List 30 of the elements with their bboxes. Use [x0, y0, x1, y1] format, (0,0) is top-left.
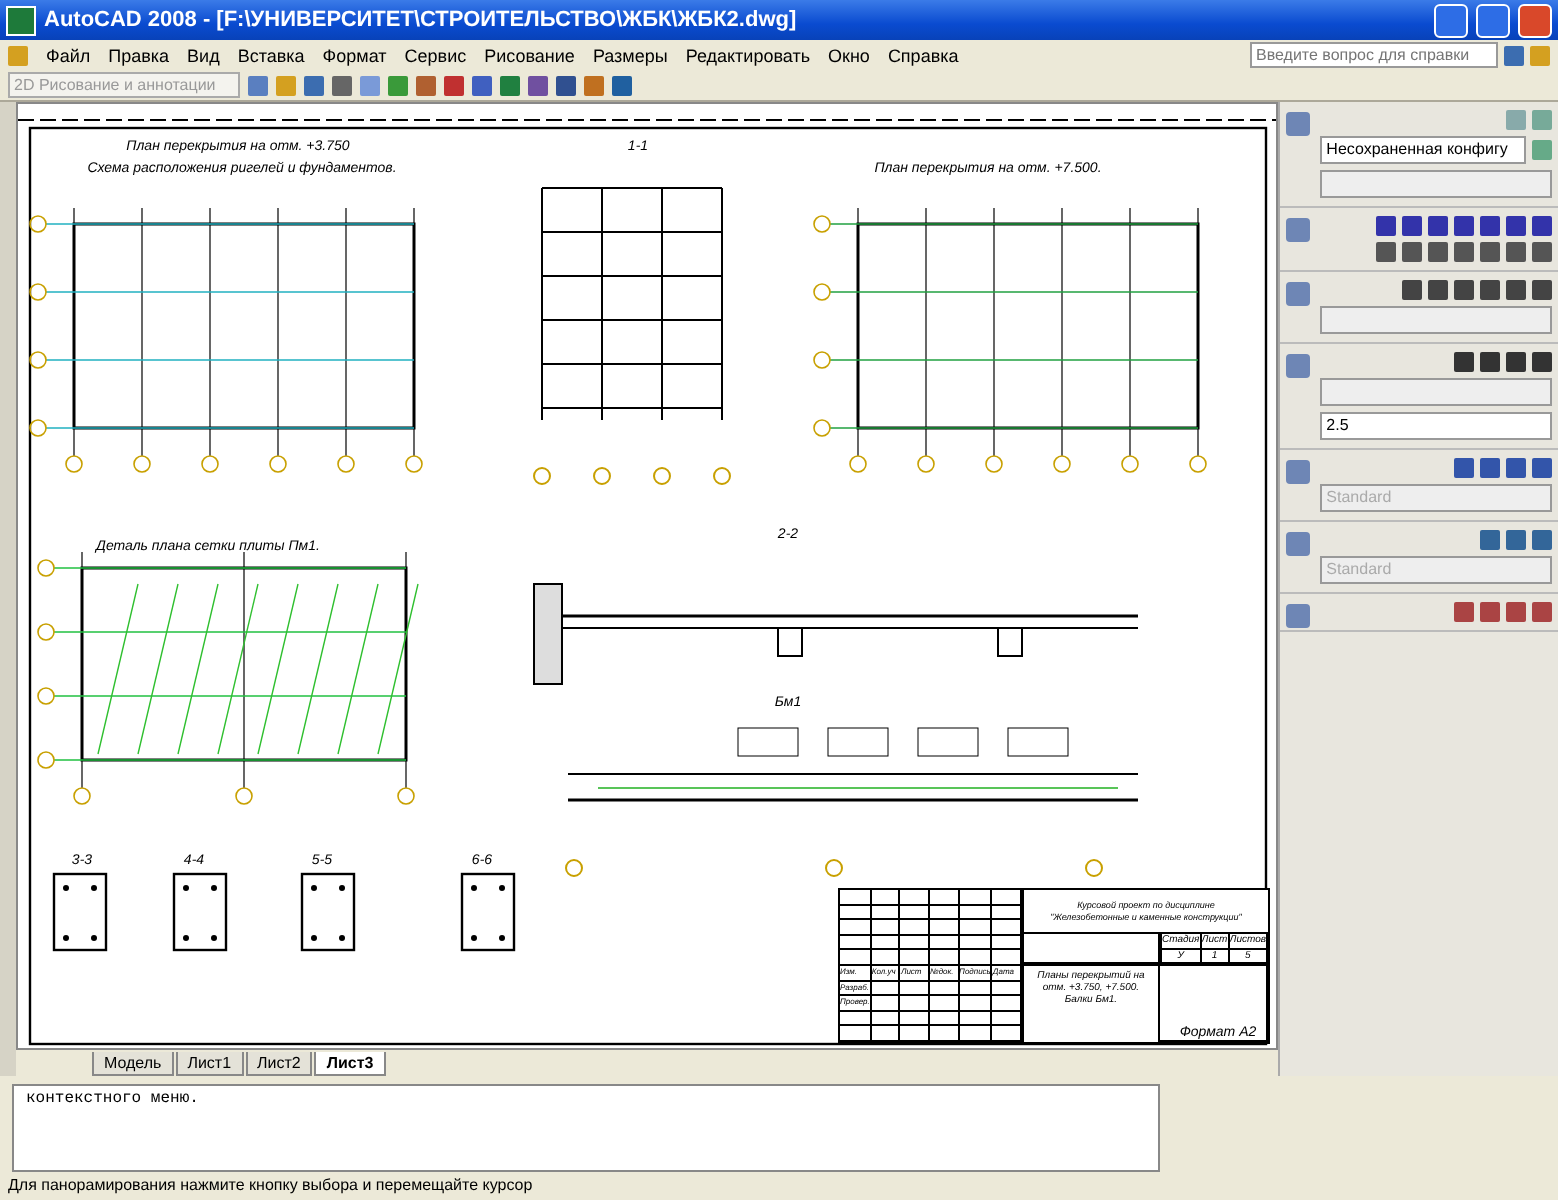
app-menu-icon[interactable] — [8, 45, 28, 65]
menu-item[interactable]: Правка — [108, 45, 170, 65]
status-text: Для панорамирования нажмите кнопку выбора и перемещайте курсор — [6, 1176, 535, 1198]
text-style-dropdown[interactable] — [1320, 378, 1552, 406]
layout-tab[interactable]: Лист1 — [175, 1052, 244, 1076]
app-icon — [6, 5, 36, 35]
menu-item[interactable]: Размеры — [592, 45, 668, 65]
menu-item[interactable]: Окно — [828, 45, 870, 65]
minimize-button[interactable] — [1434, 3, 1468, 37]
layer-state-dropdown[interactable]: Несохраненная конфигу — [1320, 136, 1526, 164]
menu-item[interactable]: Справка — [887, 45, 959, 65]
menu-item[interactable]: Файл — [46, 45, 91, 65]
menu-item[interactable]: Вид — [187, 45, 220, 65]
menu-item[interactable]: Сервис — [404, 45, 467, 65]
menu-item[interactable]: Рисование — [484, 45, 575, 65]
layer-dropdown[interactable] — [1320, 170, 1552, 198]
close-button[interactable] — [1518, 3, 1552, 37]
help-search-field[interactable]: Введите вопрос для справки — [1250, 42, 1498, 68]
dimension-style-dropdown[interactable] — [1320, 306, 1552, 334]
layout-tab[interactable]: Лист3 — [314, 1052, 386, 1076]
window-title: AutoCAD 2008 - [F:\УНИВЕРСИТЕТ\СТРОИТЕЛЬСТВО\ЖБК\ЖБК2.dwg] — [44, 8, 799, 32]
layout-tab[interactable]: Модель — [91, 1052, 174, 1076]
menu-item[interactable]: Вставка — [237, 45, 305, 65]
layout-tab[interactable]: Лист2 — [245, 1052, 313, 1076]
menu-item[interactable]: Формат — [322, 45, 387, 65]
title-block-cell — [1159, 966, 1268, 1042]
title-block-cell — [1023, 934, 1160, 964]
maximize-button[interactable] — [1476, 3, 1510, 37]
text-height-dropdown[interactable]: 2.5 — [1320, 412, 1552, 440]
menu-item[interactable]: Редактировать — [685, 45, 811, 65]
